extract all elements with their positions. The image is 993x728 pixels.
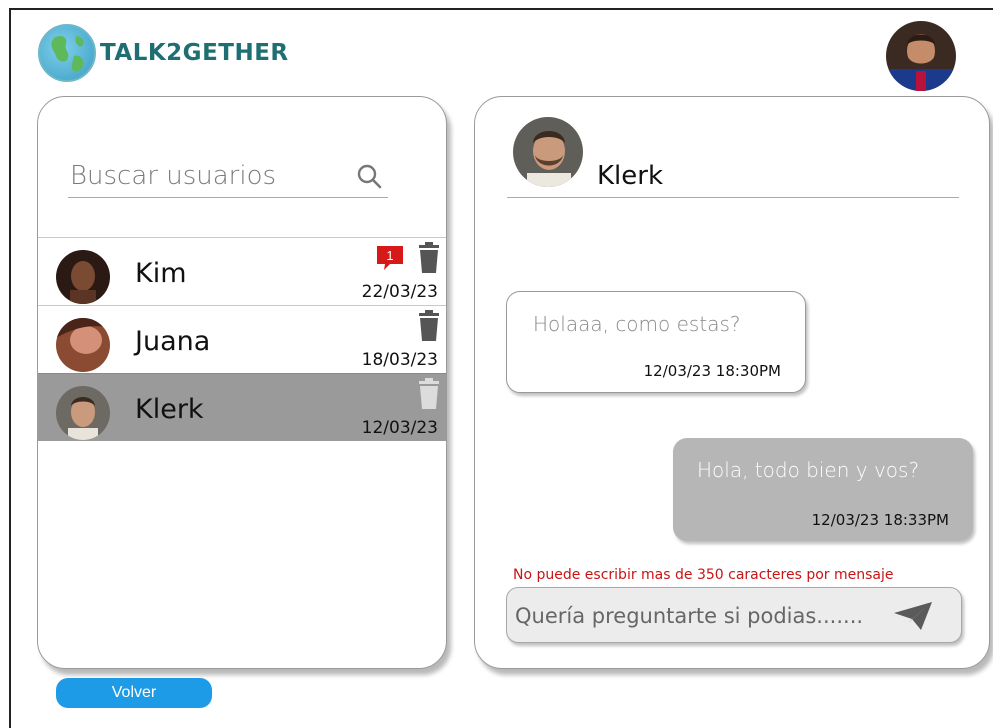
- delete-chat-icon[interactable]: [416, 242, 442, 279]
- chat-contact-avatar: [513, 117, 583, 187]
- contact-item-kim[interactable]: Kim 1 22/03/23: [38, 237, 446, 305]
- contact-item-juana[interactable]: Juana 18/03/23: [38, 305, 446, 373]
- app-logo: TALK2GETHER: [38, 24, 289, 82]
- contact-list: Kim 1 22/03/23 Juana 18/03/23 Klerk 12/0…: [38, 237, 446, 441]
- contact-date: 12/03/23: [361, 418, 438, 438]
- avatar: [56, 386, 110, 440]
- contact-name: Juana: [135, 326, 211, 357]
- message-incoming: Holaaa, como estas? 12/03/23 18:30PM: [506, 291, 806, 393]
- contact-item-klerk[interactable]: Klerk 12/03/23: [38, 373, 446, 441]
- delete-chat-icon[interactable]: [416, 310, 442, 347]
- char-limit-warning: No puede escribir mas de 350 caracteres …: [513, 567, 894, 583]
- svg-text:1: 1: [386, 248, 393, 263]
- globe-icon: [38, 24, 96, 82]
- contact-date: 22/03/23: [361, 282, 438, 302]
- message-time: 12/03/23 18:33PM: [811, 511, 949, 529]
- message-composer: [506, 587, 962, 643]
- contact-date: 18/03/23: [361, 350, 438, 370]
- unread-badge-icon: 1: [376, 244, 404, 272]
- message-text: Hola, todo bien y vos?: [697, 458, 920, 482]
- message-time: 12/03/23 18:30PM: [643, 362, 781, 380]
- chat-contact-name: Klerk: [597, 161, 664, 191]
- send-icon[interactable]: [893, 601, 933, 636]
- user-avatar[interactable]: [886, 21, 956, 91]
- search-icon[interactable]: [356, 163, 382, 194]
- avatar: [56, 318, 110, 372]
- chat-header: Klerk: [507, 117, 959, 198]
- contact-name: Klerk: [135, 394, 204, 425]
- delete-chat-icon[interactable]: [416, 378, 442, 415]
- contacts-panel: Kim 1 22/03/23: [37, 96, 447, 669]
- search-bar: [68, 155, 388, 198]
- avatar: [56, 250, 110, 304]
- back-button[interactable]: Volver: [56, 678, 212, 708]
- app-title: TALK2GETHER: [100, 40, 289, 66]
- message-input[interactable]: [513, 598, 887, 634]
- contact-name: Kim: [135, 258, 187, 289]
- chat-panel: Klerk Holaaa, como estas? 12/03/23 18:30…: [474, 96, 990, 669]
- search-input[interactable]: [68, 155, 352, 197]
- message-outgoing: Hola, todo bien y vos? 12/03/23 18:33PM: [673, 438, 973, 541]
- message-text: Holaaa, como estas?: [533, 312, 741, 336]
